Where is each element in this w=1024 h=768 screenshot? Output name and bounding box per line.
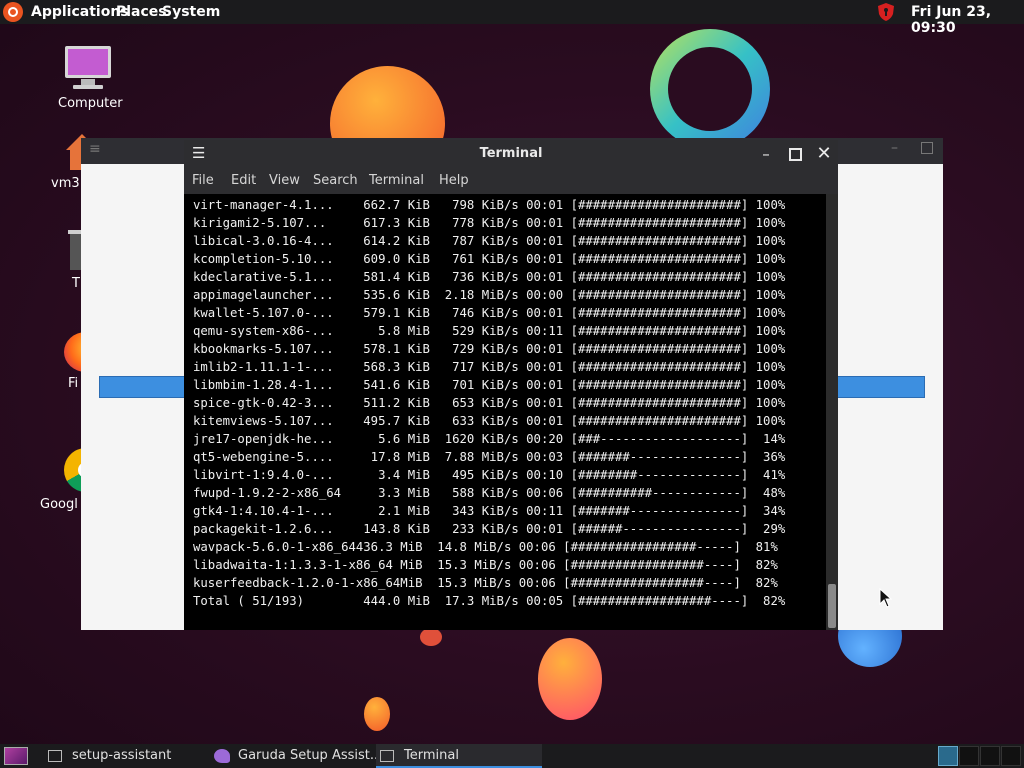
menu-file[interactable]: File	[192, 173, 214, 188]
mouse-cursor-icon	[879, 588, 893, 608]
terminal-menubar: File Edit View Search Terminal Help	[184, 168, 838, 194]
terminal-line: kuserfeedback-1.2.0-1-x86_64MiB 15.3 MiB…	[193, 576, 778, 590]
terminal-line: qemu-system-x86-... 5.8 MiB 529 KiB/s 00…	[193, 324, 786, 338]
terminal-line: kdeclarative-5.1... 581.4 KiB 736 KiB/s …	[193, 270, 786, 284]
terminal-icon	[380, 750, 394, 762]
ubuntu-logo-icon[interactable]	[3, 2, 23, 22]
desktop-icon-label: vm3	[51, 176, 80, 191]
workspace-2[interactable]	[959, 746, 979, 766]
workspace-4[interactable]	[1001, 746, 1021, 766]
terminal-line: libvirt-1:9.4.0-... 3.4 MiB 495 KiB/s 00…	[193, 468, 786, 482]
terminal-line: virt-manager-4.1... 662.7 KiB 798 KiB/s …	[193, 198, 786, 212]
desktop-icon-chrome[interactable]: Googl	[40, 446, 108, 512]
terminal-line: kwallet-5.107.0-... 579.1 KiB 746 KiB/s …	[193, 306, 786, 320]
terminal-line: gtk4-1:4.10.4-1-... 2.1 MiB 343 KiB/s 00…	[193, 504, 786, 518]
terminal-window[interactable]: ☰ Terminal – ✕ File Edit View Search Ter…	[184, 140, 838, 630]
maximize-icon	[788, 148, 802, 161]
minimize-icon[interactable]: –	[891, 140, 898, 156]
bottom-taskbar: setup-assistant Garuda Setup Assist... T…	[0, 744, 1024, 768]
menu-terminal[interactable]: Terminal	[369, 173, 424, 188]
scrollbar-thumb[interactable]	[828, 584, 836, 628]
computer-icon	[65, 46, 111, 89]
garuda-icon	[214, 749, 230, 763]
terminal-icon	[48, 750, 62, 762]
terminal-line: kbookmarks-5.107... 578.1 KiB 729 KiB/s …	[193, 342, 786, 356]
workspace-1[interactable]	[938, 746, 958, 766]
show-desktop-icon[interactable]	[4, 747, 28, 765]
wallpaper-small-orange-blob	[364, 697, 390, 731]
menu-view[interactable]: View	[269, 173, 300, 188]
terminal-line: jre17-openjdk-he... 5.6 MiB 1620 KiB/s 0…	[193, 432, 786, 446]
task-terminal[interactable]: Terminal	[376, 744, 542, 768]
terminal-line: Total ( 51/193) 444.0 MiB 17.3 MiB/s 00:…	[193, 594, 786, 608]
terminal-line: qt5-webengine-5.... 17.8 MiB 7.88 MiB/s …	[193, 450, 786, 464]
desktop-icon-label: Googl	[40, 497, 78, 512]
terminal-line: imlib2-1.11.1-1-... 568.3 KiB 717 KiB/s …	[193, 360, 786, 374]
terminal-line: kcompletion-5.10... 609.0 KiB 761 KiB/s …	[193, 252, 786, 266]
menu-help[interactable]: Help	[439, 173, 469, 188]
maximize-button[interactable]	[784, 143, 806, 165]
desktop-icon-label: T	[72, 276, 80, 291]
menu-icon[interactable]: ≡	[89, 141, 101, 157]
desktop-icon-label: Computer	[58, 96, 123, 111]
wallpaper-ring	[650, 29, 770, 149]
close-button[interactable]: ✕	[813, 143, 835, 165]
terminal-line: fwupd-1.9.2-2-x86_64 3.3 MiB 588 KiB/s 0…	[193, 486, 786, 500]
terminal-line: kitemviews-5.107... 495.7 KiB 633 KiB/s …	[193, 414, 786, 428]
minimize-button[interactable]: –	[755, 143, 777, 165]
terminal-line: libmbim-1.28.4-1... 541.6 KiB 701 KiB/s …	[193, 378, 786, 392]
terminal-line: libical-3.0.16-4... 614.2 KiB 787 KiB/s …	[193, 234, 786, 248]
terminal-line: kirigami2-5.107... 617.3 KiB 778 KiB/s 0…	[193, 216, 786, 230]
terminal-output[interactable]: virt-manager-4.1... 662.7 KiB 798 KiB/s …	[184, 194, 826, 630]
menu-places[interactable]: Places	[116, 4, 167, 20]
top-panel: Applications Places System Fri Jun 23, 0…	[0, 0, 1024, 36]
terminal-scrollbar[interactable]	[826, 194, 838, 630]
menu-applications[interactable]: Applications	[31, 4, 129, 20]
terminal-line: wavpack-5.6.0-1-x86_64436.3 MiB 14.8 MiB…	[193, 540, 778, 554]
wallpaper-tiny-red-blob	[420, 628, 442, 646]
task-label: Terminal	[404, 748, 459, 763]
terminal-title: Terminal	[479, 146, 543, 161]
wallpaper-pink-blob	[538, 638, 602, 720]
terminal-line: spice-gtk-0.42-3... 511.2 KiB 653 KiB/s …	[193, 396, 786, 410]
task-setup-assistant[interactable]: setup-assistant	[48, 744, 171, 768]
task-label: Garuda Setup Assist...	[238, 748, 383, 763]
terminal-line: appimagelauncher... 535.6 KiB 2.18 MiB/s…	[193, 288, 786, 302]
menu-edit[interactable]: Edit	[231, 173, 256, 188]
desktop-icon-label: Fi	[68, 376, 79, 391]
desktop-icon-computer[interactable]: Computer	[56, 44, 123, 114]
task-label: setup-assistant	[72, 748, 172, 763]
terminal-line: libadwaita-1:1.3.3-1-x86_64 MiB 15.3 MiB…	[193, 558, 778, 572]
menu-system[interactable]: System	[162, 4, 220, 20]
task-garuda-setup[interactable]: Garuda Setup Assist...	[214, 744, 382, 768]
workspace-3[interactable]	[980, 746, 1000, 766]
clock[interactable]: Fri Jun 23, 09:30	[911, 4, 1024, 36]
shield-icon[interactable]	[876, 2, 896, 22]
terminal-line: packagekit-1.2.6... 143.8 KiB 233 KiB/s …	[193, 522, 786, 536]
terminal-titlebar[interactable]: ☰ Terminal – ✕	[184, 140, 838, 168]
maximize-icon[interactable]	[921, 142, 933, 154]
menu-search[interactable]: Search	[313, 173, 358, 188]
